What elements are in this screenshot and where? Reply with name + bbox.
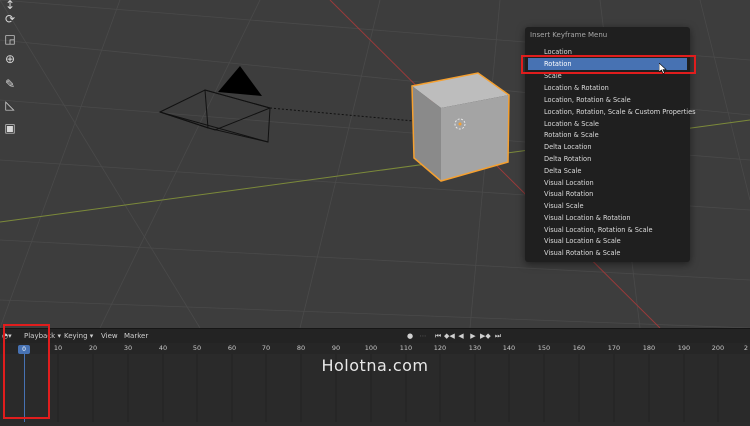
menu-item-delta-rotation[interactable]: Delta Rotation [525, 153, 690, 165]
frame-ruler[interactable]: 10 20 30 40 50 60 70 80 90 100 110 120 1… [0, 343, 750, 354]
tick-label: 200 [711, 344, 725, 352]
menu-item-visual-location-rotation[interactable]: Visual Location & Rotation [525, 212, 690, 224]
tick-label: 150 [537, 344, 551, 352]
transform-all-icon[interactable]: ⊕ [2, 51, 18, 67]
prev-keyframe-icon[interactable]: ◆◀ [444, 331, 455, 341]
tick-label: 170 [607, 344, 621, 352]
cube-object [411, 72, 510, 182]
jump-start-icon[interactable]: ⏮ [433, 331, 443, 341]
timeline-header: ◔▾ Playback ▾ Keying ▾ View Marker ● ⋯ ⏮… [0, 328, 750, 343]
auto-keying-icon[interactable]: ⋯ [418, 331, 428, 341]
tick-label: 2 [743, 344, 749, 352]
keying-menu[interactable]: Keying ▾ [64, 331, 93, 341]
menu-item-visual-rotation[interactable]: Visual Rotation [525, 188, 690, 200]
tick-label: 160 [572, 344, 586, 352]
view-menu[interactable]: View [101, 331, 118, 341]
jump-end-icon[interactable]: ⏭ [493, 331, 503, 341]
rotate-icon[interactable]: ⟳ [2, 11, 18, 27]
menu-item-location-rotation[interactable]: Location & Rotation [525, 82, 690, 94]
menu-item-visual-location-scale[interactable]: Visual Location & Scale [525, 235, 690, 247]
menu-item-location-rotation-scale[interactable]: Location, Rotation & Scale [525, 94, 690, 106]
tick-label: 100 [364, 344, 378, 352]
rotation-highlight-box [521, 55, 696, 74]
mouse-pointer-icon [659, 63, 667, 74]
tick-label: 190 [677, 344, 691, 352]
menu-item-visual-scale[interactable]: Visual Scale [525, 200, 690, 212]
menu-item-visual-rotation-scale[interactable]: Visual Rotation & Scale [525, 247, 690, 259]
scale-icon[interactable]: ◲ [2, 31, 18, 47]
tick-label: 180 [642, 344, 656, 352]
measure-icon[interactable]: ◺ [2, 97, 18, 113]
marker-menu[interactable]: Marker [124, 331, 148, 341]
record-icon[interactable]: ● [405, 331, 415, 341]
tick-label: 140 [502, 344, 516, 352]
tick-label: 120 [433, 344, 447, 352]
tick-label: 90 [331, 344, 341, 352]
menu-title: Insert Keyframe Menu [530, 31, 608, 39]
menu-item-rotation-scale[interactable]: Rotation & Scale [525, 129, 690, 141]
tick-label: 60 [227, 344, 237, 352]
tick-label: 130 [468, 344, 482, 352]
tool-shelf: ↕ ⟳ ◲ ⊕ ✎ ◺ ▣ [0, 0, 20, 140]
menu-item-delta-location[interactable]: Delta Location [525, 141, 690, 153]
play-icon[interactable]: ▶ [468, 331, 478, 341]
tick-label: 20 [88, 344, 98, 352]
tick-label: 40 [158, 344, 168, 352]
next-keyframe-icon[interactable]: ▶◆ [480, 331, 491, 341]
tick-label: 30 [123, 344, 133, 352]
watermark: Holotna.com [321, 356, 429, 375]
menu-item-delta-scale[interactable]: Delta Scale [525, 165, 690, 177]
tick-label: 50 [192, 344, 202, 352]
timeline-highlight-box [3, 324, 50, 419]
tick-label: 70 [261, 344, 271, 352]
annotate-icon[interactable]: ✎ [2, 76, 18, 92]
add-cube-icon[interactable]: ▣ [2, 120, 18, 136]
menu-item-lrs-custom-properties[interactable]: Location, Rotation, Scale & Custom Prope… [525, 106, 696, 118]
tick-label: 110 [399, 344, 413, 352]
tick-label: 80 [296, 344, 306, 352]
camera-up-triangle [218, 66, 262, 96]
tick-label: 10 [53, 344, 63, 352]
play-reverse-icon[interactable]: ◀ [456, 331, 466, 341]
